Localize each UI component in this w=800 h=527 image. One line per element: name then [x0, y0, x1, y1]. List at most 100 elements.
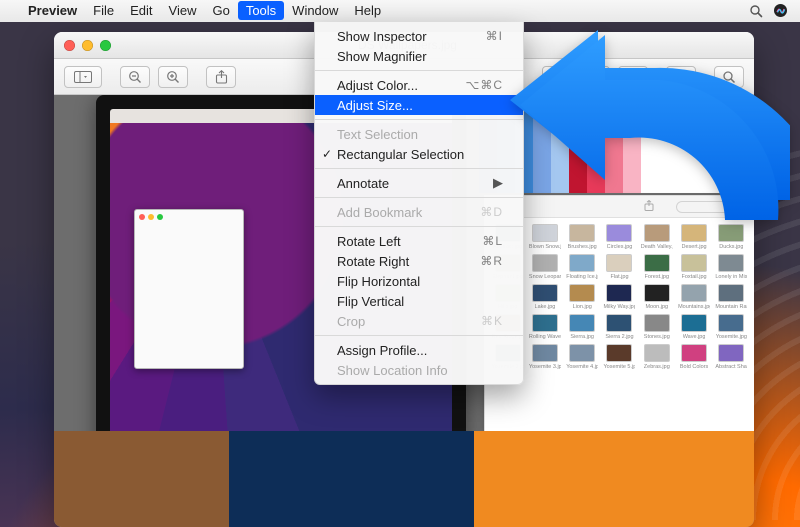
menu-item-annotate[interactable]: Annotate ▶: [315, 173, 523, 193]
menu-item-rectangular-selection[interactable]: ✓Rectangular Selection: [315, 144, 523, 164]
highlight-button[interactable]: [542, 66, 572, 88]
thumbnail-image: [532, 314, 558, 332]
menu-item-label: Text Selection: [337, 127, 418, 142]
thumbnail-item[interactable]: Forest.jpg: [640, 254, 673, 280]
thumbnail-item[interactable]: Stones.jpg: [640, 314, 673, 340]
thumbnail-item[interactable]: Floating Ice.jpg: [566, 254, 599, 280]
thumbnail-image: [718, 284, 744, 302]
thumbnail-caption: Stones.jpg: [644, 334, 670, 340]
thumbnail-item[interactable]: Flat.jpg: [603, 254, 636, 280]
close-window-button[interactable]: [64, 40, 75, 51]
thumbnail-image: [644, 224, 670, 242]
menu-item-flip-horizontal[interactable]: Flip Horizontal: [315, 271, 523, 291]
zoom-out-button[interactable]: [120, 66, 150, 88]
thumbnail-item[interactable]: Mountains.jpg: [677, 284, 710, 310]
menu-item-shortcut: ⌘I: [486, 29, 503, 43]
thumbnail-image: [606, 254, 632, 272]
zoom-window-button[interactable]: [100, 40, 111, 51]
menu-tools[interactable]: Tools: [238, 1, 284, 20]
search-button[interactable]: [714, 66, 744, 88]
finder-share-icon[interactable]: [644, 200, 654, 213]
thumbnail-image: [569, 314, 595, 332]
menu-item-show-magnifier[interactable]: Show Magnifier: [315, 46, 523, 66]
thumbnail-caption: Lonely in Mist.jpg: [715, 274, 747, 280]
thumbnail-image: [569, 284, 595, 302]
thumbnail-item[interactable]: Bold Colors: [677, 344, 710, 370]
thumbnail-caption: Bold Colors: [680, 364, 708, 370]
thumbnail-item[interactable]: Sierra 2.jpg: [603, 314, 636, 340]
menu-file[interactable]: File: [93, 3, 114, 18]
zoom-in-button[interactable]: [158, 66, 188, 88]
thumbnail-item[interactable]: Moon.jpg: [640, 284, 673, 310]
rotate-button[interactable]: [580, 66, 610, 88]
toolbox-button[interactable]: [666, 66, 696, 88]
thumbnail-item[interactable]: Sierra.jpg: [566, 314, 599, 340]
thumbnail-item[interactable]: Yosemite 4.jpg: [566, 344, 599, 370]
menu-item-show-inspector[interactable]: Show Inspector⌘I: [315, 26, 523, 46]
thumbnail-item[interactable]: Desert.jpg: [677, 224, 710, 250]
thumbnail-item[interactable]: Blown Snow.jpg: [528, 224, 561, 250]
thumbnail-caption: Foxtail.jpg: [682, 274, 707, 280]
tools-dropdown[interactable]: Show Inspector⌘IShow Magnifier Adjust Col…: [314, 22, 524, 385]
thumbnail-item[interactable]: Snow Leopard.jpg: [528, 254, 561, 280]
thumbnail-caption: Ducks.jpg: [719, 244, 743, 250]
menu-item-label: Add Bookmark: [337, 205, 422, 220]
menu-item-flip-vertical[interactable]: Flip Vertical: [315, 291, 523, 311]
app-menu[interactable]: Preview: [28, 3, 77, 18]
menu-window[interactable]: Window: [292, 3, 338, 18]
thumbnail-image: [569, 344, 595, 362]
menu-go[interactable]: Go: [212, 3, 229, 18]
thumbnail-caption: Abstract Shapes: [715, 364, 747, 370]
thumbnail-item[interactable]: Wave.jpg: [677, 314, 710, 340]
thumbnail-image: [606, 284, 632, 302]
thumbnail-item[interactable]: Yosemite 5.jpg: [603, 344, 636, 370]
thumbnail-caption: Flat.jpg: [610, 274, 628, 280]
thumbnail-caption: Rolling Waves.jpg: [529, 334, 561, 340]
minimize-window-button[interactable]: [82, 40, 93, 51]
thumbnail-caption: Floating Ice.jpg: [566, 274, 598, 280]
thumbnail-image: [532, 284, 558, 302]
menu-view[interactable]: View: [169, 3, 197, 18]
menu-item-assign-profile[interactable]: Assign Profile...: [315, 340, 523, 360]
thumbnail-item[interactable]: Foxtail.jpg: [677, 254, 710, 280]
thumbnail-item[interactable]: Milky Way.jpg: [603, 284, 636, 310]
thumbnail-item[interactable]: Mountain Range.jpg: [715, 284, 748, 310]
menu-help[interactable]: Help: [354, 3, 381, 18]
macos-menubar: Preview File Edit View Go Tools Window H…: [0, 0, 800, 22]
thumbnail-caption: Yosemite 3.jpg: [529, 364, 561, 370]
thumbnail-item[interactable]: Yosemite 3.jpg: [528, 344, 561, 370]
thumbnail-item[interactable]: Ducks.jpg: [715, 224, 748, 250]
thumbnail-item[interactable]: Lion.jpg: [566, 284, 599, 310]
share-button[interactable]: [206, 66, 236, 88]
thumbnail-item[interactable]: Brushes.jpg: [566, 224, 599, 250]
finder-search-field[interactable]: [676, 201, 746, 213]
menu-item-adjust-color[interactable]: Adjust Color...⌥⌘C: [315, 75, 523, 95]
thumbnail-item[interactable]: Death Valley.jpg: [640, 224, 673, 250]
menu-item-rotate-right[interactable]: Rotate Right⌘R: [315, 251, 523, 271]
submenu-arrow-icon: ▶: [493, 175, 503, 191]
markup-button[interactable]: [618, 66, 648, 88]
menu-item-label: Adjust Size...: [337, 98, 413, 113]
menu-item-rotate-left[interactable]: Rotate Left⌘L: [315, 231, 523, 251]
thumbnail-item[interactable]: Circles.jpg: [603, 224, 636, 250]
thumbnail-caption: Zebras.jpg: [644, 364, 670, 370]
menu-item-show-location-info: Show Location Info: [315, 360, 523, 380]
spotlight-icon[interactable]: [749, 4, 763, 18]
thumbnail-caption: Desert.jpg: [682, 244, 707, 250]
thumbnail-item[interactable]: Yosemite.jpg: [715, 314, 748, 340]
menu-item-label: Assign Profile...: [337, 343, 427, 358]
thumbnail-image: [681, 284, 707, 302]
thumbnail-caption: Yosemite.jpg: [716, 334, 747, 340]
menu-item-shortcut: ⌘R: [480, 254, 503, 268]
menu-item-adjust-size[interactable]: Adjust Size...: [315, 95, 523, 115]
thumbnail-item[interactable]: Rolling Waves.jpg: [528, 314, 561, 340]
menu-item-label: Annotate: [337, 176, 389, 191]
menu-edit[interactable]: Edit: [130, 3, 152, 18]
thumbnail-item[interactable]: Lonely in Mist.jpg: [715, 254, 748, 280]
siri-icon[interactable]: [773, 3, 788, 18]
sidebar-view-button[interactable]: [64, 66, 102, 88]
thumbnail-item[interactable]: Abstract Shapes: [715, 344, 748, 370]
thumbnail-item[interactable]: Lake.jpg: [528, 284, 561, 310]
thumbnail-item[interactable]: Zebras.jpg: [640, 344, 673, 370]
thumbnail-caption: Yosemite 4.jpg: [566, 364, 598, 370]
